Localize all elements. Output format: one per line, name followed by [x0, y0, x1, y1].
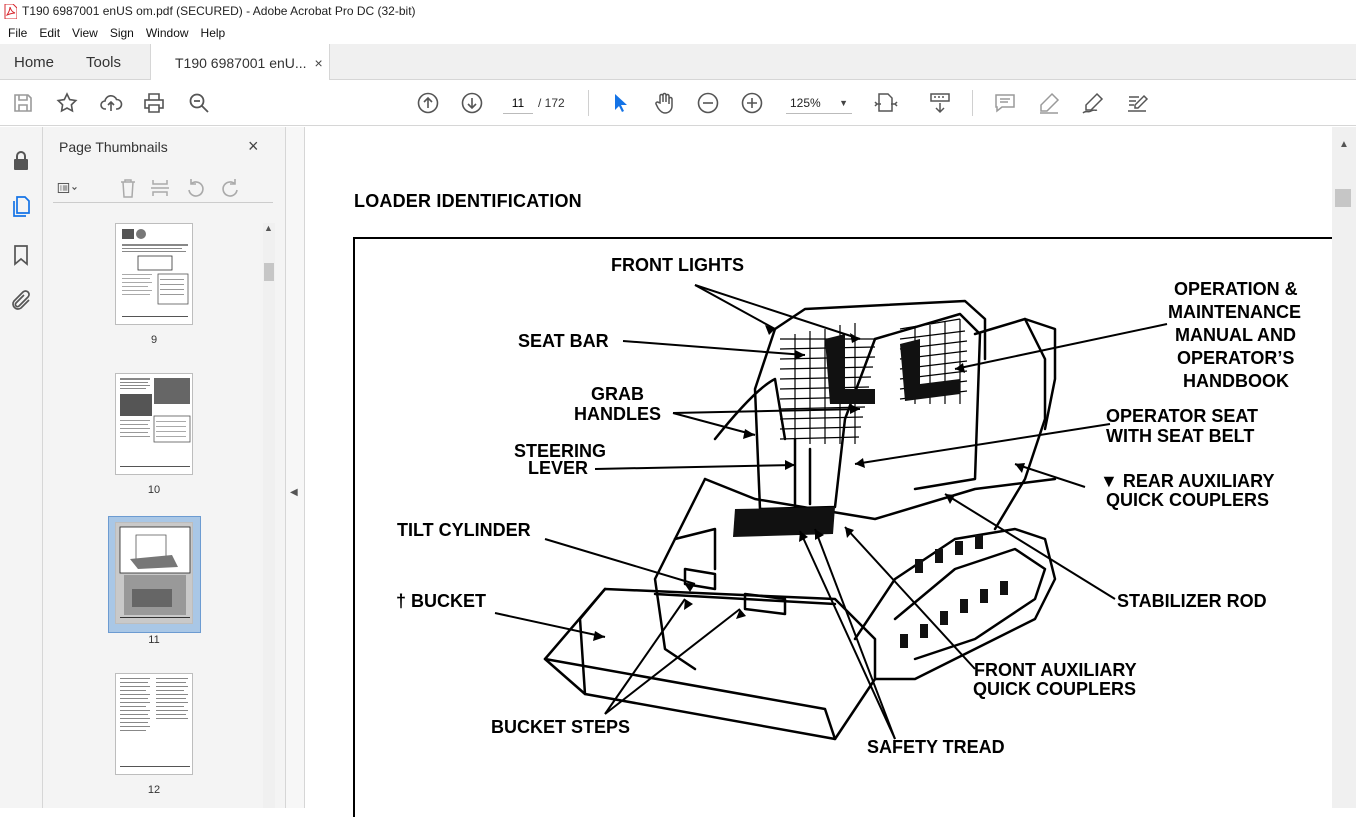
label-rear-auxiliary-line1: ▼ REAR AUXILIARY — [1100, 471, 1275, 491]
label-manual-line1: OPERATION & — [1174, 279, 1298, 299]
page-thumbnails-icon[interactable] — [9, 195, 33, 219]
scroll-thumb[interactable] — [264, 263, 274, 281]
scroll-up-icon[interactable]: ▲ — [1339, 139, 1349, 150]
print-icon[interactable] — [142, 91, 166, 115]
tab-document-label: T190 6987001 enU... — [175, 54, 307, 71]
label-grab-handles-line1: GRAB — [591, 384, 644, 404]
menu-file[interactable]: File — [2, 26, 33, 40]
thumbnail-options-icon[interactable] — [57, 177, 91, 199]
label-rear-auxiliary-line2: QUICK COUPLERS — [1106, 490, 1270, 510]
share-upload-icon[interactable] — [99, 91, 123, 115]
scroll-up-icon[interactable]: ▲ — [264, 223, 273, 233]
thumbnail-label: 9 — [150, 334, 158, 346]
thumbnail-label: 10 — [147, 484, 161, 496]
label-front-lights: FRONT LIGHTS — [611, 255, 744, 275]
thumbnail-preview — [120, 378, 191, 467]
page-number-input[interactable] — [503, 92, 533, 114]
menu-bar: File Edit View Sign Window Help — [0, 22, 1356, 44]
title-bar: T190 6987001 enUS om.pdf (SECURED) - Ado… — [0, 0, 1356, 22]
menu-view[interactable]: View — [66, 26, 104, 40]
label-manual-line4: OPERATOR’S — [1177, 348, 1295, 368]
next-page-icon[interactable] — [460, 91, 484, 115]
acrobat-pdf-icon — [4, 3, 17, 19]
page-thumbnail-10[interactable] — [115, 373, 193, 475]
page-thumbnail-9[interactable] — [115, 223, 193, 325]
scroll-mode-icon[interactable] — [928, 91, 952, 115]
label-manual-line2: MAINTENANCE — [1168, 302, 1301, 322]
thumbnail-preview — [120, 678, 190, 767]
thumbnail-toolbar — [53, 175, 273, 203]
sign-icon[interactable] — [1081, 91, 1105, 115]
label-stabilizer-rod: STABILIZER ROD — [1117, 591, 1267, 611]
bookmark-icon[interactable] — [9, 243, 33, 267]
search-icon[interactable] — [187, 91, 211, 115]
menu-help[interactable]: Help — [195, 26, 232, 40]
chevron-down-icon: ▼ — [839, 97, 848, 108]
zoom-out-icon[interactable] — [696, 91, 720, 115]
comment-icon[interactable] — [993, 91, 1017, 115]
label-bucket: † BUCKET — [396, 591, 487, 611]
document-view[interactable]: LOADER IDENTIFICATION FRONT LIGHTS SEAT … — [304, 127, 1343, 817]
page-total: / 172 — [538, 96, 565, 110]
label-tilt-cylinder: TILT CYLINDER — [397, 520, 531, 540]
close-icon[interactable]: × — [248, 136, 259, 157]
window-title: T190 6987001 enUS om.pdf (SECURED) - Ado… — [22, 4, 416, 18]
save-icon[interactable] — [11, 91, 35, 115]
toolbar: / 172 125% ▼ — [0, 80, 1356, 126]
menu-edit[interactable]: Edit — [33, 26, 66, 40]
previous-page-icon[interactable] — [416, 91, 440, 115]
hand-tool-icon[interactable] — [652, 91, 676, 115]
toolbar-divider — [972, 90, 973, 116]
page-heading: LOADER IDENTIFICATION — [354, 191, 582, 211]
label-operator-seat-line1: OPERATOR SEAT — [1106, 406, 1259, 426]
delete-trash-icon[interactable] — [117, 177, 139, 199]
tab-home[interactable]: Home — [14, 44, 54, 80]
attachment-paperclip-icon[interactable] — [9, 289, 33, 313]
zoom-level-value: 125% — [790, 95, 821, 110]
thumbnail-scrollbar[interactable]: ▲ — [263, 223, 275, 808]
label-operator-seat-line2: WITH SEAT BELT — [1106, 426, 1255, 446]
document-scrollbar[interactable]: ▲ — [1332, 127, 1356, 808]
toolbar-divider — [588, 90, 589, 116]
tab-document[interactable]: T190 6987001 enU... × — [150, 44, 330, 81]
bookmark-star-icon[interactable] — [55, 91, 79, 115]
panel-collapse-handle[interactable]: ◀ — [286, 127, 304, 808]
insert-page-icon[interactable] — [149, 177, 171, 199]
thumbnail-label: 11 — [148, 634, 160, 646]
collapse-arrow-icon[interactable]: ◀ — [290, 487, 298, 498]
label-bucket-steps: BUCKET STEPS — [491, 717, 631, 737]
label-grab-handles-line2: HANDLES — [574, 404, 662, 424]
label-steering-lever-line2: LEVER — [528, 458, 589, 478]
highlight-pen-icon[interactable] — [1037, 91, 1061, 115]
tab-bar: Home Tools T190 6987001 enU... × — [0, 44, 1356, 81]
zoom-level-select[interactable]: 125% ▼ — [786, 92, 852, 114]
fill-and-sign-icon[interactable] — [1125, 91, 1149, 115]
rotate-left-icon[interactable] — [185, 177, 207, 199]
thumbnail-preview — [122, 229, 189, 317]
menu-window[interactable]: Window — [140, 26, 195, 40]
rotate-right-icon[interactable] — [219, 177, 241, 199]
panel-title: Page Thumbnails — [59, 139, 168, 155]
tab-close-icon[interactable]: × — [315, 55, 323, 71]
thumbnail-label: 12 — [147, 784, 161, 796]
tab-tools[interactable]: Tools — [86, 44, 121, 80]
select-cursor-icon[interactable] — [608, 91, 632, 115]
label-front-auxiliary-line1: FRONT AUXILIARY — [974, 660, 1137, 680]
scroll-thumb[interactable] — [1335, 189, 1351, 207]
lock-icon[interactable] — [9, 149, 33, 173]
label-front-auxiliary-line2: QUICK COUPLERS — [973, 679, 1137, 699]
page-fit-icon[interactable] — [874, 91, 898, 115]
zoom-in-icon[interactable] — [740, 91, 764, 115]
loader-identification-figure: FRONT LIGHTS SEAT BAR GRAB HANDLES STEER… — [353, 237, 1343, 817]
left-navigation-rail — [0, 127, 43, 808]
page-thumbnail-11[interactable] — [115, 522, 193, 624]
label-seat-bar: SEAT BAR — [518, 331, 609, 351]
label-manual-line3: MANUAL AND — [1175, 325, 1296, 345]
label-manual-line5: HANDBOOK — [1183, 371, 1289, 391]
thumbnail-preview — [116, 523, 192, 623]
label-safety-tread: SAFETY TREAD — [867, 737, 1005, 757]
menu-sign[interactable]: Sign — [104, 26, 140, 40]
page-thumbnail-12[interactable] — [115, 673, 193, 775]
